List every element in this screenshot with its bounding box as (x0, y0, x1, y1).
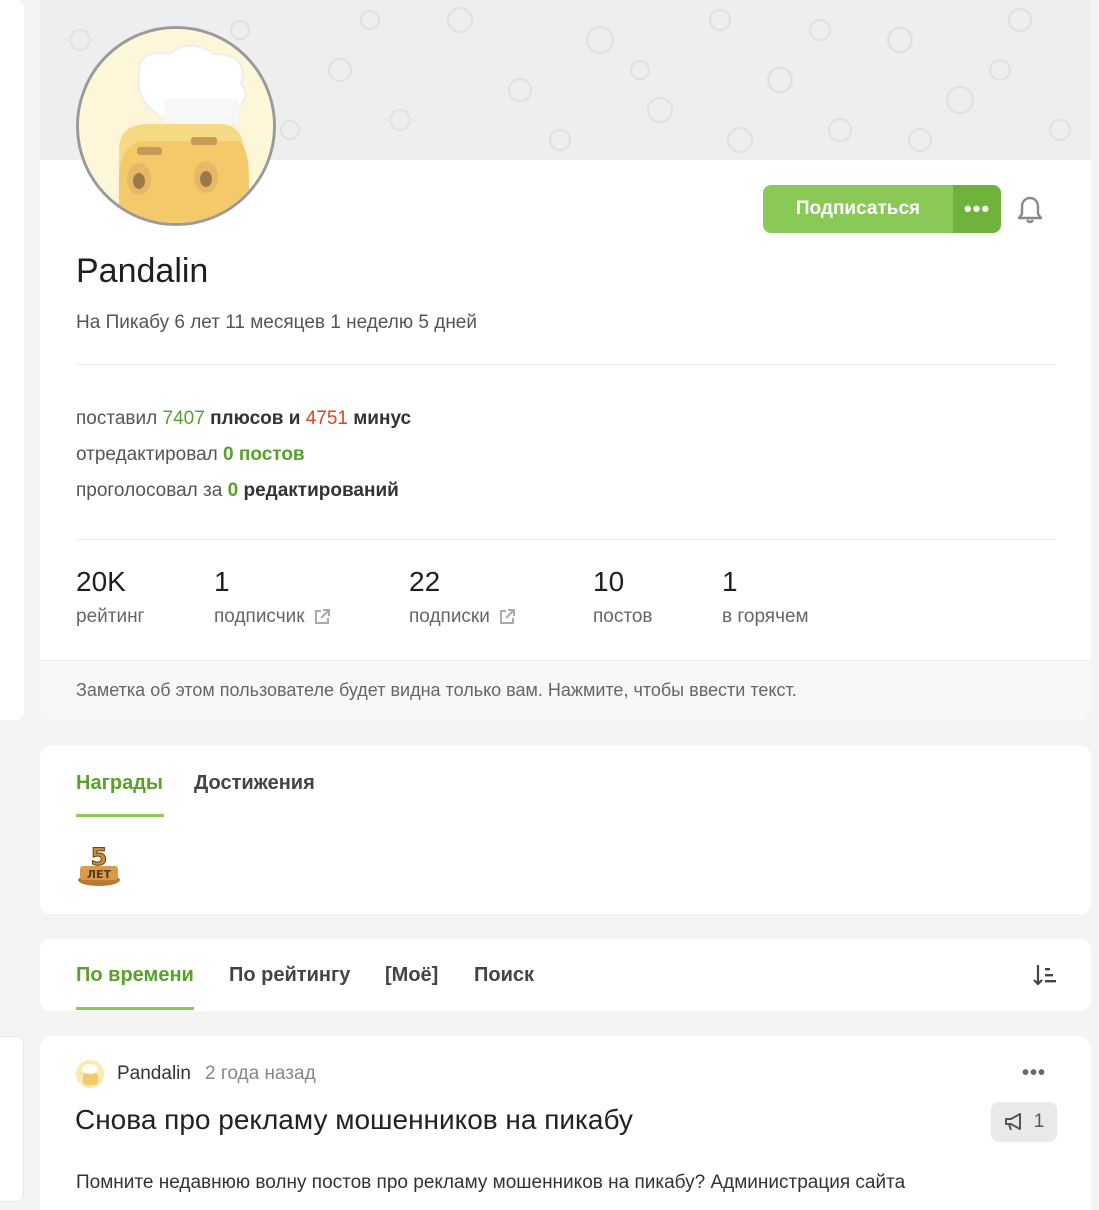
stat-edit-votes-count: 0 (227, 480, 239, 501)
tab-by-rating[interactable]: По рейтингу (229, 964, 350, 987)
counter-hot: 1 в горячем (722, 566, 809, 628)
post-card: Pandalin 2 года назад ••• Снова про рекл… (40, 1036, 1091, 1210)
post-title[interactable]: Снова про рекламу мошенников на пикабу (75, 1104, 633, 1136)
external-link-icon[interactable] (498, 608, 516, 626)
post-author-name[interactable]: Pandalin (117, 1063, 191, 1085)
profile-card: Подписаться ••• Pandalin На Пикабу 6 лет… (40, 0, 1091, 720)
tab-awards[interactable]: Награды (76, 772, 163, 795)
stat-text: редактирований (243, 480, 399, 501)
external-link-icon[interactable] (313, 608, 331, 626)
awards-card: Награды Достижения ЛЕТ 5 (40, 746, 1091, 914)
divider (76, 364, 1056, 365)
tab-achievements[interactable]: Достижения (194, 772, 315, 795)
post-text: Помните недавнюю волну постов про реклам… (76, 1172, 906, 1193)
sort-tabs-card: По времени По рейтингу [Моё] Поиск (40, 939, 1091, 1011)
stat-edit-votes: проголосовал за 0 редактирований (76, 480, 399, 502)
subscribe-group: Подписаться ••• (763, 185, 1001, 233)
bell-icon[interactable] (1017, 196, 1043, 224)
user-note-text: Заметка об этом пользователе будет видна… (76, 680, 797, 700)
tab-mine[interactable]: [Моё] (385, 964, 438, 987)
post-more-button[interactable]: ••• (1022, 1062, 1046, 1085)
left-side-panel (0, 0, 24, 720)
user-note[interactable]: Заметка об этом пользователе будет видна… (40, 660, 1091, 720)
divider (76, 539, 1056, 540)
counter-subscriptions[interactable]: 22 подписки (409, 566, 516, 628)
stat-text: поставил (76, 408, 158, 429)
counter-rating: 20K рейтинг (76, 566, 145, 628)
sort-order-icon[interactable] (1033, 963, 1057, 987)
counter-label: подписчик (214, 606, 305, 627)
five-years-award-icon[interactable]: ЛЕТ 5 (76, 838, 122, 888)
tab-by-time[interactable]: По времени (76, 964, 194, 987)
counter-followers[interactable]: 1 подписчик (214, 566, 331, 628)
stat-text: проголосовал за (76, 480, 223, 501)
tab-active-underline (76, 1007, 194, 1010)
counter-posts: 10 постов (593, 566, 653, 628)
megaphone-icon (1004, 1113, 1021, 1131)
stat-minuses: 4751 (305, 408, 348, 429)
counter-value: 10 (593, 566, 625, 597)
profile-since: На Пикабу 6 лет 11 месяцев 1 неделю 5 дн… (76, 312, 477, 333)
counter-value: 1 (722, 566, 738, 597)
profile-username: Pandalin (76, 252, 209, 290)
subscribe-more-button[interactable]: ••• (953, 185, 1001, 233)
stat-pluses: 7407 (162, 408, 205, 429)
counter-label: подписки (409, 606, 490, 627)
stat-edits: отредактировал 0 постов (76, 444, 305, 466)
tab-search[interactable]: Поиск (474, 964, 534, 987)
stat-text: минус (353, 408, 412, 429)
counter-value: 22 (409, 566, 441, 597)
avatar[interactable] (76, 26, 276, 226)
post-promo-badge[interactable]: 1 (991, 1102, 1057, 1142)
post-time: 2 года назад (205, 1063, 316, 1084)
counter-label: рейтинг (76, 606, 145, 627)
tab-active-underline (76, 814, 164, 817)
post-author-avatar[interactable] (76, 1060, 104, 1088)
stat-edited-link[interactable]: 0 постов (223, 444, 305, 465)
counter-label: в горячем (722, 606, 809, 627)
stat-votes: поставил 7407 плюсов и 4751 минус (76, 408, 411, 430)
left-side-panel-lower (0, 1036, 24, 1202)
subscribe-button[interactable]: Подписаться (763, 185, 953, 233)
stat-text: отредактировал (76, 444, 218, 465)
counter-value: 20K (76, 566, 126, 597)
counter-label: постов (593, 606, 653, 627)
post-promo-count: 1 (1033, 1111, 1045, 1132)
counter-value: 1 (214, 566, 230, 597)
svg-text:5: 5 (91, 843, 108, 871)
stat-text: плюсов и (210, 408, 301, 429)
